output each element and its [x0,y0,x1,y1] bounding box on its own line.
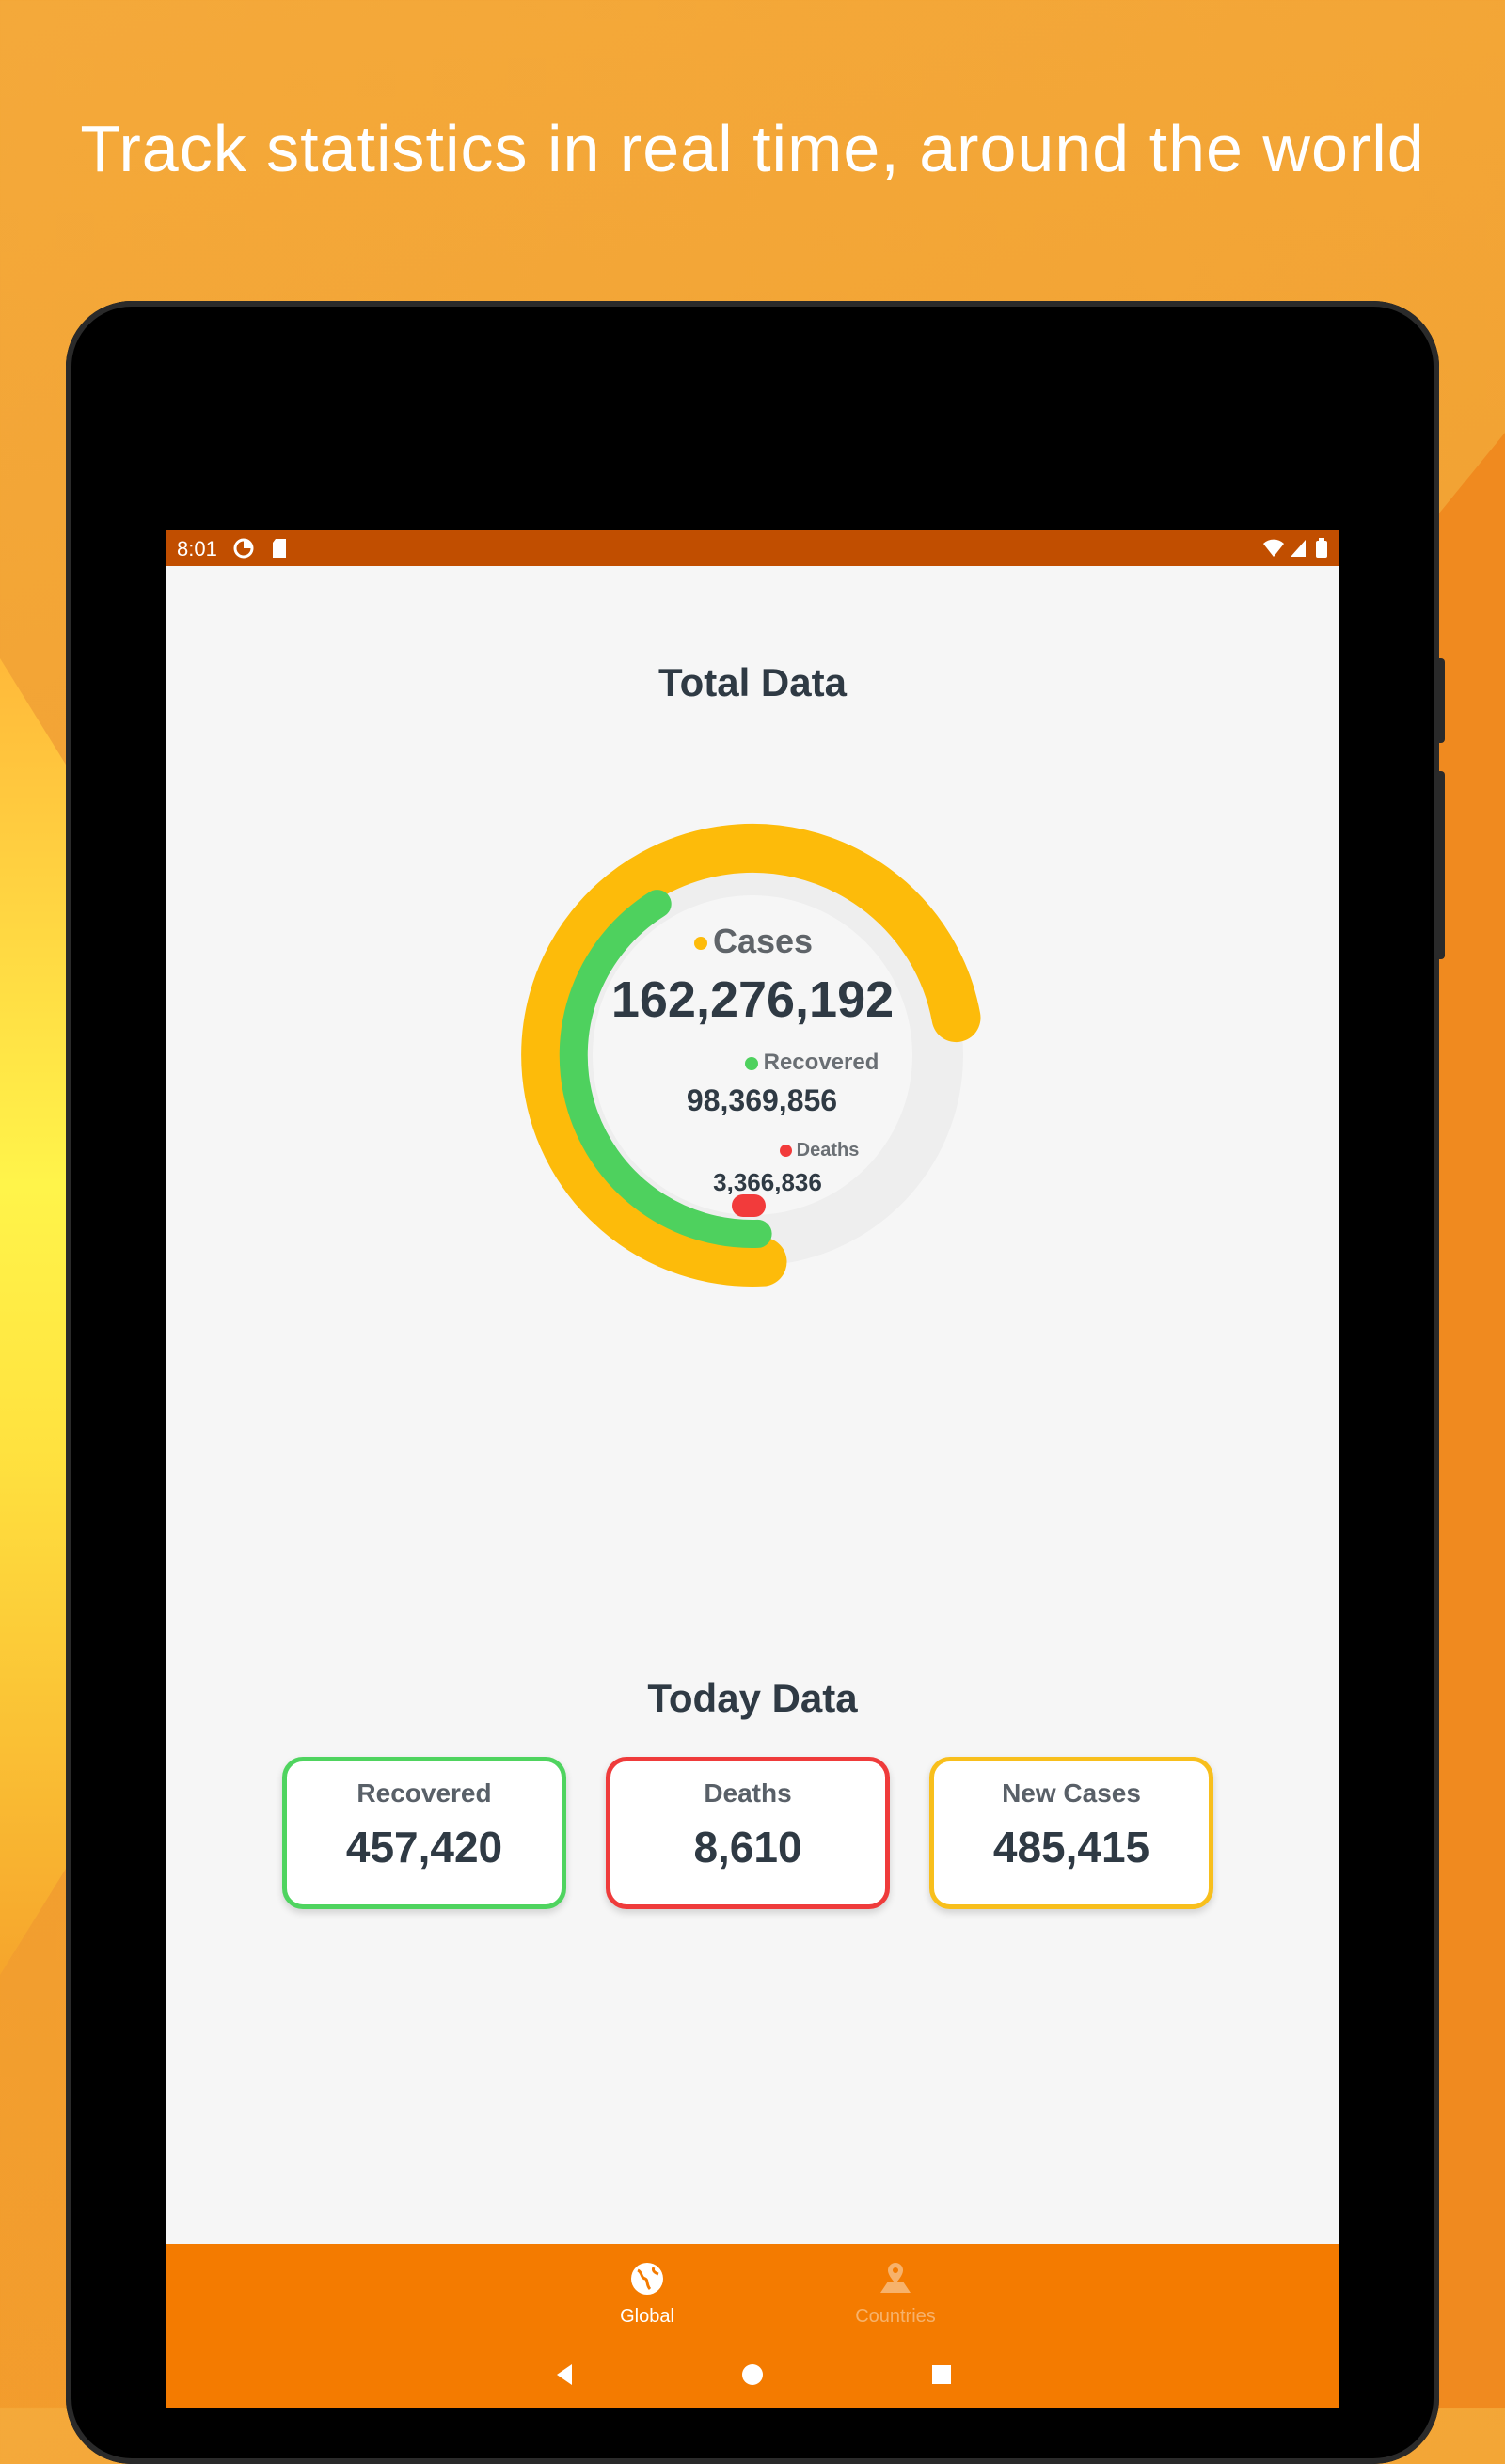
data-saver-icon [233,538,254,564]
nav-item-global[interactable]: Global [591,2261,704,2328]
nav-item-countries[interactable]: Countries [820,2261,971,2328]
home-button[interactable] [740,2362,765,2392]
battery-icon [1315,538,1328,564]
deaths-legend: Deaths [768,1140,871,1161]
today-data-title: Today Data [647,1676,858,1720]
today-deaths-label: Deaths [704,1778,792,1808]
nav-label-countries: Countries [855,2306,936,2327]
recents-button[interactable] [929,2362,954,2392]
app-screen: 8:01 Total Data Cases 162,276,192 Recove… [166,530,1339,2408]
map-pin-icon [820,2261,971,2302]
back-button[interactable] [553,2362,578,2392]
status-time: 8:01 [177,537,217,561]
today-deaths-value: 8,610 [693,1823,802,1872]
recovered-value: 98,369,856 [686,1083,838,1117]
recovered-label: Recovered [763,1050,879,1075]
cases-legend: Cases [655,922,852,961]
recovered-dot [744,1056,758,1070]
today-deaths-card: Deaths 8,610 [606,1757,890,1909]
globe-icon [591,2261,704,2302]
recovered-legend: Recovered [722,1050,901,1076]
cases-value: 162,276,192 [610,971,895,1028]
today-recovered-value: 457,420 [345,1823,503,1872]
today-new-cases-label: New Cases [1002,1778,1141,1808]
today-recovered-label: Recovered [356,1778,492,1808]
bottom-navigation: Global Countries [166,2244,1339,2408]
tablet-side-button [1434,658,1445,743]
deaths-value: 3,366,836 [713,1168,822,1196]
cases-dot [693,937,707,951]
today-new-cases-card: New Cases 485,415 [929,1757,1213,1909]
wifi-icon [1262,538,1285,564]
deaths-label: Deaths [796,1140,860,1161]
nav-label-global: Global [620,2306,674,2327]
cell-signal-icon [1289,538,1307,564]
status-bar: 8:01 [166,530,1339,566]
cases-label: Cases [712,922,814,960]
today-cards: Recovered 457,420 Deaths 8,610 New Cases… [282,1757,1223,1917]
tablet-volume-button [1434,771,1445,959]
today-new-cases-value: 485,415 [992,1823,1150,1872]
total-data-title: Total Data [658,660,847,704]
today-recovered-card: Recovered 457,420 [282,1757,566,1909]
promo-headline: Track statistics in real time, around th… [80,112,1425,185]
sd-card-icon [271,538,288,564]
deaths-dot [779,1145,792,1158]
